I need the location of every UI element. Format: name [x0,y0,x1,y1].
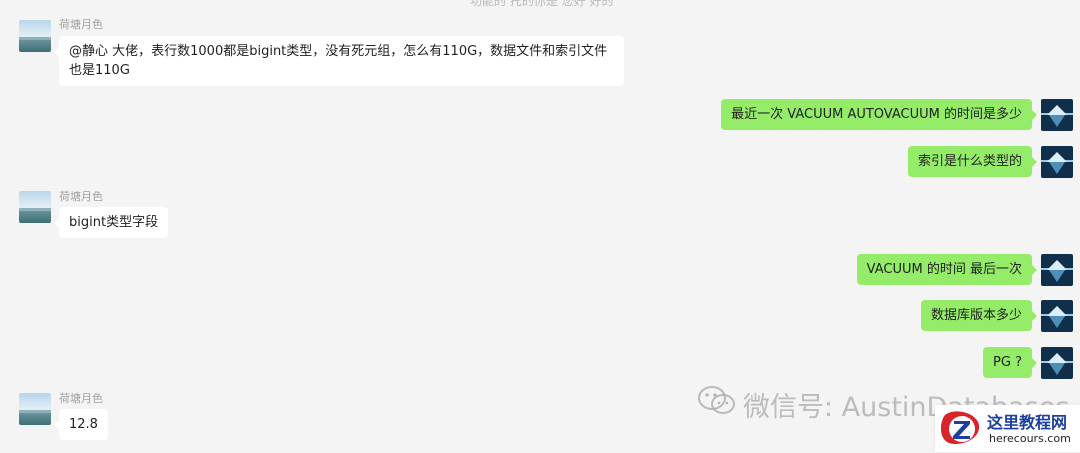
avatar[interactable] [19,191,51,223]
message-bubble[interactable]: bigint类型字段 [53,207,169,238]
avatar[interactable] [1041,99,1073,131]
avatar[interactable] [1041,254,1073,286]
wechat-icon [697,385,737,424]
site-logo: 这里教程网 herecours.com [935,405,1080,452]
sender-name: 荷塘月色 [59,190,103,203]
sender-name: 荷塘月色 [59,392,103,405]
logo-title: 这里教程网 [987,413,1068,432]
message-bubble[interactable]: 12.8 [54,409,108,440]
truncated-message-text: 功能的 托的你是 您好 好的 [470,0,614,8]
message-bubble[interactable]: 最近一次 VACUUM AUTOVACUUM 的时间是多少 [721,99,1037,130]
sender-name: 荷塘月色 [59,18,103,31]
message-bubble[interactable]: PG ? [983,347,1037,378]
message-bubble[interactable]: VACUUM 的时间 最后一次 [856,254,1038,285]
avatar[interactable] [19,393,51,425]
message-bubble[interactable]: 索引是什么类型的 [907,146,1038,177]
message-bubble[interactable]: 数据库版本多少 [920,300,1038,331]
z-logo-icon [940,409,983,453]
avatar[interactable] [1041,146,1073,178]
avatar[interactable] [1041,300,1073,332]
avatar[interactable] [19,20,51,52]
message-bubble[interactable]: @静心 大佬，表行数1000都是bigint类型，没有死元组，怎么有110G，数… [54,36,624,86]
avatar[interactable] [1041,347,1073,379]
logo-url: herecours.com [989,432,1071,445]
